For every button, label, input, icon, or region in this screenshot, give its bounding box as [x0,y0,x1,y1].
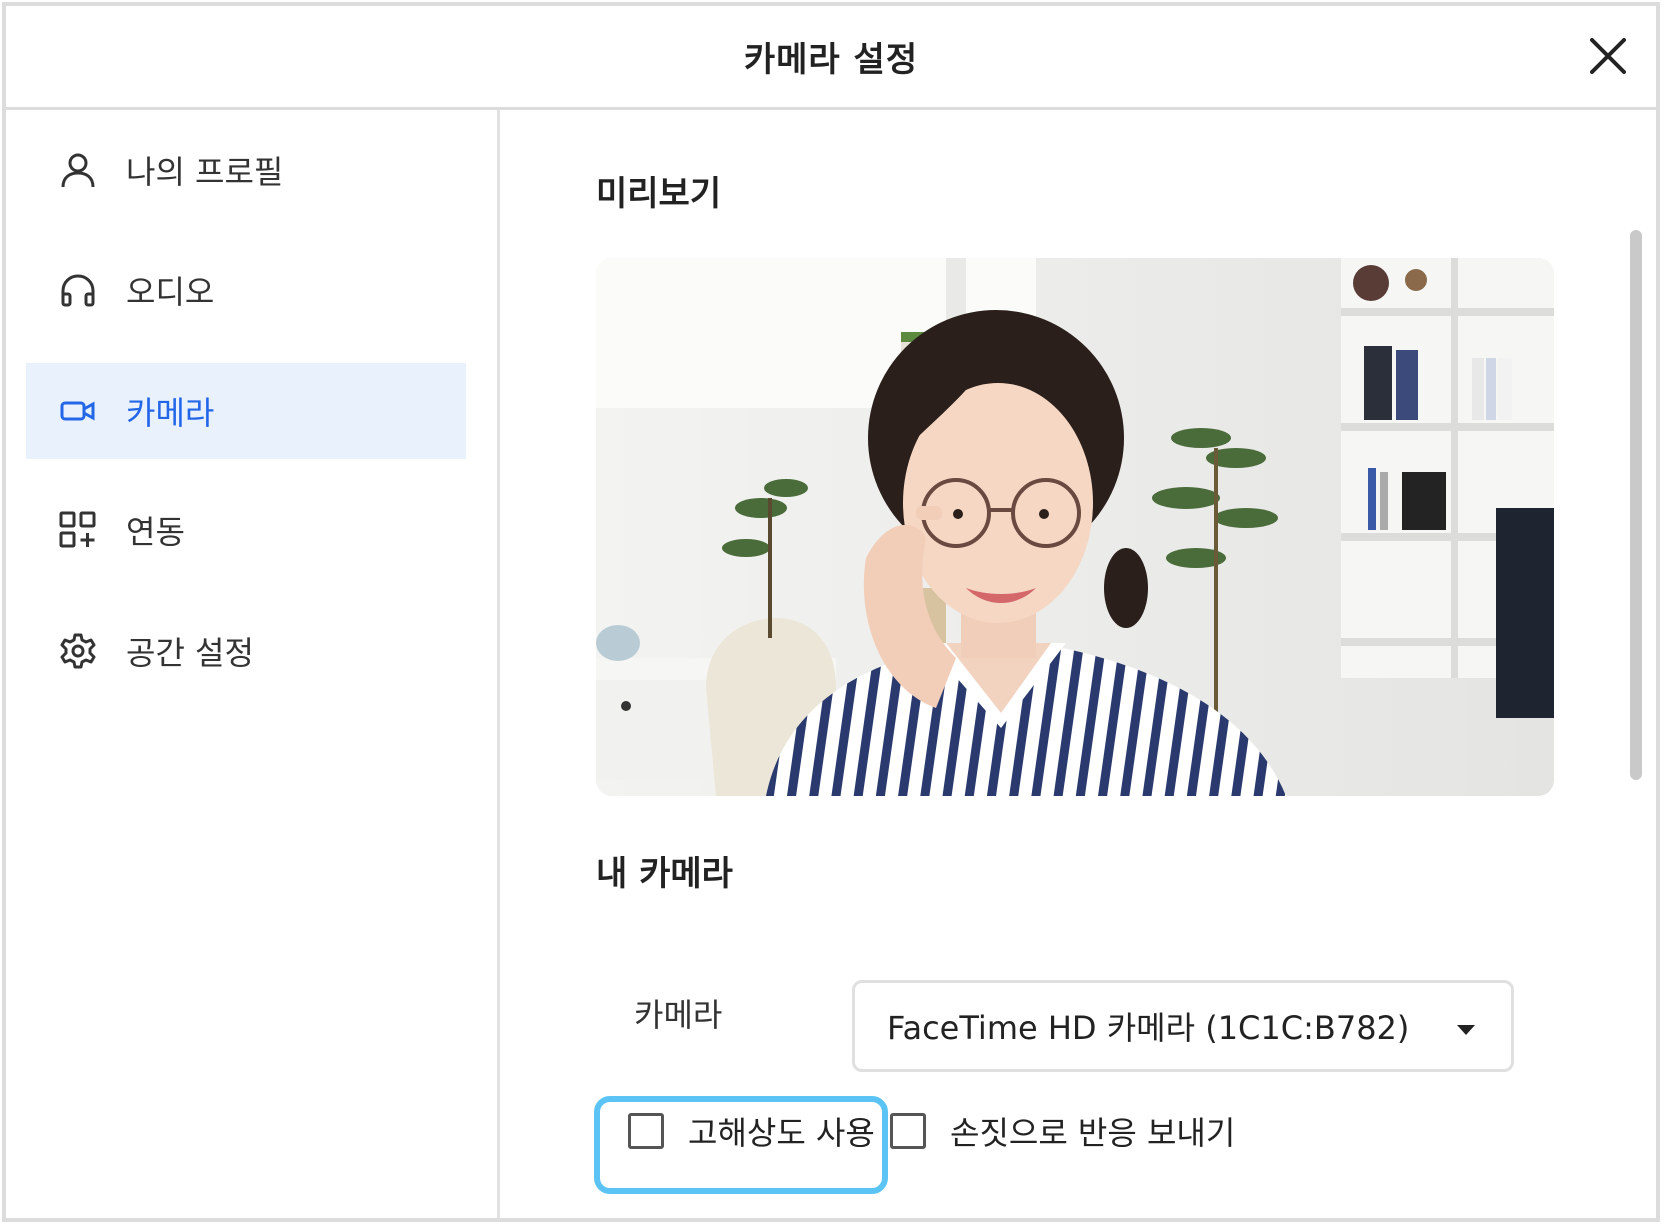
gesture-reaction-checkbox[interactable]: 손짓으로 반응 보내기 [890,1108,1235,1154]
close-icon [1590,38,1626,74]
caret-down-icon [1457,1025,1475,1035]
gear-icon [56,629,100,673]
headphones-icon [56,268,100,312]
sidebar-item-label: 공간 설정 [126,634,254,672]
sidebar-item-label: 연동 [126,513,185,551]
checkbox-label: 고해상도 사용 [688,1114,875,1152]
checkbox-box[interactable] [628,1113,664,1149]
sidebar-item-camera[interactable]: 카메라 [26,363,466,459]
dialog-header: 카메라 설정 [6,6,1656,110]
checkbox-label: 손짓으로 반응 보내기 [950,1114,1236,1152]
camera-preview [596,258,1554,796]
scrollbar[interactable] [1630,230,1642,780]
person-icon [56,148,100,192]
sidebar-item-profile[interactable]: 나의 프로필 [26,122,466,218]
checkbox-box[interactable] [890,1113,926,1149]
camera-settings-dialog: 카메라 설정 나의 프로필 오디오 카메라 연동 공간 설정 미리보기 내 카메… [2,2,1660,1222]
sidebar-item-space-settings[interactable]: 공간 설정 [26,603,466,699]
sidebar-item-label: 오디오 [126,273,215,311]
video-camera-icon [56,389,100,433]
my-camera-section-title: 내 카메라 [596,854,733,894]
close-button[interactable] [1586,34,1630,78]
camera-preview-image [596,258,1554,796]
settings-sidebar: 나의 프로필 오디오 카메라 연동 공간 설정 [6,110,500,1218]
sidebar-item-label: 카메라 [126,394,215,432]
sidebar-item-audio[interactable]: 오디오 [26,242,466,338]
high-resolution-checkbox[interactable]: 고해상도 사용 [628,1108,875,1154]
dialog-title: 카메라 설정 [743,40,919,80]
sidebar-item-label: 나의 프로필 [126,153,284,191]
settings-main-panel: 미리보기 내 카메라 카메라 FaceTime HD 카메라 (1C1C:B78… [500,110,1642,1218]
sidebar-item-integration[interactable]: 연동 [26,482,466,578]
camera-select-value: FaceTime HD 카메라 (1C1C:B782) [887,1009,1410,1047]
camera-select[interactable]: FaceTime HD 카메라 (1C1C:B782) [852,980,1514,1072]
camera-label: 카메라 [634,996,723,1034]
apps-add-icon [56,508,100,552]
preview-section-title: 미리보기 [596,174,722,214]
